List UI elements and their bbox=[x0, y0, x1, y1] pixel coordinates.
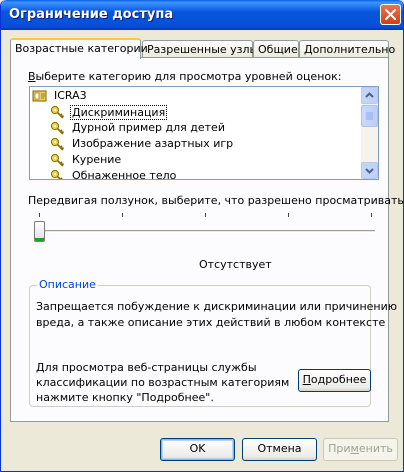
tree-scrollbar[interactable] bbox=[361, 87, 378, 179]
key-icon bbox=[50, 137, 65, 151]
key-icon bbox=[50, 105, 65, 119]
tab-age-categories[interactable]: Возрастные категории bbox=[10, 38, 148, 59]
slider-value: Отсутствует bbox=[199, 258, 272, 271]
scroll-up-button[interactable] bbox=[361, 87, 378, 104]
tab-label: Дополнительно bbox=[304, 43, 396, 56]
grip-icon bbox=[366, 112, 373, 120]
description-text-line: Запрещается побуждение к дискриминации и… bbox=[36, 300, 398, 313]
close-icon bbox=[385, 9, 396, 20]
tab-label: Общие bbox=[258, 43, 298, 56]
title-bar[interactable]: Ограничение доступа bbox=[1, 0, 403, 30]
key-icon bbox=[50, 169, 63, 179]
slider-prompt: Передвигая ползунок, выберите, что разре… bbox=[28, 194, 404, 207]
slider-tick bbox=[122, 213, 123, 217]
apply-button[interactable]: Применить bbox=[323, 438, 398, 461]
tab-label: Разрешенные узлы bbox=[147, 43, 259, 56]
apply-label-part: енить bbox=[358, 442, 393, 455]
tab-label: Возрастные категории bbox=[15, 42, 148, 55]
slider-tick bbox=[205, 213, 206, 217]
info-text-line: нажмите кнопку "Подробнее". bbox=[36, 391, 214, 404]
slider-thumb[interactable] bbox=[34, 221, 45, 242]
category-prompt-text: ыберите категорию для просмотра уровней … bbox=[35, 70, 342, 83]
cancel-button[interactable]: Отмена bbox=[242, 438, 317, 461]
more-info-button[interactable]: Подробнее bbox=[298, 369, 371, 392]
key-icon bbox=[50, 153, 65, 167]
tab-allowed-sites[interactable]: Разрешенные узлы bbox=[142, 40, 258, 58]
tree-item-label: Дурной пример для детей bbox=[72, 121, 225, 134]
slider-prompt-part: вигая ползунок, выберите, что разрешено … bbox=[64, 194, 404, 207]
tab-advanced[interactable]: Дополнительно bbox=[299, 40, 395, 58]
slider-tick bbox=[371, 213, 372, 217]
slider-tick bbox=[39, 213, 40, 217]
window-title: Ограничение доступа bbox=[9, 7, 174, 22]
content-advisor-dialog: Ограничение доступа Возрастные категории… bbox=[0, 0, 404, 472]
scroll-thumb[interactable] bbox=[361, 105, 378, 127]
tab-general[interactable]: Общие bbox=[253, 40, 299, 58]
close-button[interactable] bbox=[380, 4, 401, 25]
more-button-label: одробнее bbox=[310, 373, 367, 386]
description-group: Описание Запрещается побуждение к дискри… bbox=[29, 278, 397, 407]
description-text-line: вреда, а также описание этих действий в … bbox=[36, 316, 386, 329]
tree-item-label: Обнаженное тело bbox=[72, 169, 177, 180]
info-text-line: классификации по возрастным категориям bbox=[36, 376, 290, 389]
scroll-down-button[interactable] bbox=[361, 162, 378, 179]
tree-item-label: Курение bbox=[72, 153, 122, 166]
tree-item-label: Изображение азартных игр bbox=[72, 137, 234, 150]
description-title: Описание bbox=[37, 278, 98, 291]
category-tree[interactable]: ICRA3 Дискриминация Дурной пример для де… bbox=[29, 86, 379, 180]
more-button-mnemonic: П bbox=[302, 373, 311, 386]
key-icon bbox=[50, 121, 65, 135]
tab-panel: Выберите категорию для просмотра уровней… bbox=[10, 57, 403, 422]
tree-item-label: Дискриминация bbox=[70, 105, 168, 120]
info-text-line: Для просмотра веб-страницы службы bbox=[36, 361, 257, 374]
category-prompt: Выберите категорию для просмотра уровней… bbox=[28, 70, 341, 83]
tree-root-label: ICRA3 bbox=[54, 89, 87, 102]
apply-label-part: При bbox=[328, 442, 351, 455]
rating-system-icon bbox=[32, 90, 47, 102]
ok-button[interactable]: OK bbox=[160, 438, 235, 461]
slider-prompt-part: Пере bbox=[28, 194, 57, 207]
slider-tick bbox=[288, 213, 289, 217]
chevron-up-icon bbox=[365, 92, 374, 98]
apply-label-mnemonic: м bbox=[350, 442, 359, 455]
slider-track[interactable] bbox=[35, 230, 375, 233]
category-prompt-mnemonic: В bbox=[28, 70, 36, 83]
chevron-down-icon bbox=[365, 168, 374, 174]
